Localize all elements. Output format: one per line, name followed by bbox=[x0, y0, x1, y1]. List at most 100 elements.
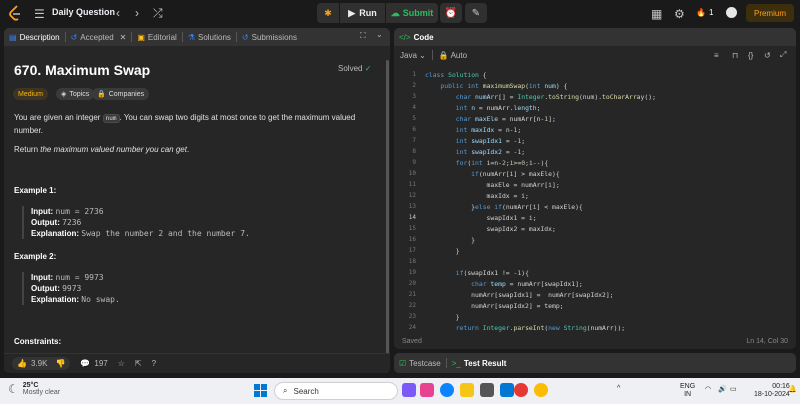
weather-widget[interactable]: ☾ 25°C Mostly clear bbox=[8, 382, 60, 396]
premium-button[interactable]: Premium bbox=[746, 4, 794, 22]
maximize-icon[interactable]: ⛶ bbox=[360, 31, 366, 41]
prev-problem-icon[interactable]: ‹ bbox=[116, 6, 120, 20]
line-number: 3 bbox=[412, 93, 416, 100]
topics-chip[interactable]: ◈ Topics bbox=[56, 88, 95, 100]
line-number: 17 bbox=[408, 247, 416, 254]
more-icon[interactable]: ⌄ bbox=[376, 30, 383, 39]
share-icon[interactable]: ⇱ bbox=[135, 359, 142, 368]
fire-icon: 🔥 bbox=[696, 8, 706, 17]
mode-toggle[interactable]: 🔒 Auto bbox=[439, 51, 467, 60]
companies-chip[interactable]: 🔒 Companies bbox=[92, 88, 150, 100]
code-toolbar: Java ⌄ 🔒 Auto ≡ ⊓ {} ↺ ⤢ bbox=[394, 46, 796, 64]
battery-icon[interactable]: ▭ bbox=[730, 385, 737, 393]
code-line: int swapIdx1 = -1; bbox=[455, 137, 526, 145]
windows-start-icon[interactable] bbox=[254, 384, 267, 397]
bookmark-icon[interactable]: ⊓ bbox=[732, 51, 738, 60]
clock[interactable]: 00:16 18-10-2024 bbox=[754, 383, 790, 399]
language-indicator[interactable]: ENG IN bbox=[680, 383, 695, 399]
app-icon[interactable] bbox=[420, 383, 434, 397]
next-problem-icon[interactable]: › bbox=[135, 6, 139, 20]
help-icon[interactable]: ? bbox=[152, 359, 156, 368]
scrollbar[interactable] bbox=[386, 60, 389, 373]
code-line: swapIdx2 = maxIdx; bbox=[425, 225, 556, 233]
edge-icon[interactable] bbox=[440, 383, 454, 397]
close-icon[interactable]: ✕ bbox=[120, 33, 127, 42]
random-problem-icon[interactable]: ⤮ bbox=[153, 6, 163, 21]
debug-button[interactable]: ✱ bbox=[317, 3, 339, 23]
code-line: swapIdx1 = i; bbox=[425, 214, 537, 222]
comments-button[interactable]: 💬 197 bbox=[80, 359, 107, 368]
top-bar: ☰ Daily Question ‹ › ⤮ ✱ ▶ Run ☁ Submit ⏰ … bbox=[0, 0, 800, 26]
like-button[interactable]: 👍 3.9K 👎 bbox=[12, 357, 71, 370]
thumbs-down-icon[interactable]: 👎 bbox=[55, 359, 65, 368]
line-number: 18 bbox=[408, 258, 416, 265]
code-line: numArr[swapIdx1] = numArr[swapIdx2]; bbox=[425, 291, 614, 299]
tab-accepted[interactable]: ↺ Accepted ✕ bbox=[66, 28, 132, 46]
code-tab-bar: </> Code bbox=[394, 28, 796, 46]
tray-chevron-icon[interactable]: ^ bbox=[617, 385, 620, 392]
star-icon[interactable]: ☆ bbox=[118, 359, 125, 368]
run-group: ✱ ▶ Run ☁ Submit bbox=[317, 3, 438, 23]
language-select[interactable]: Java ⌄ bbox=[400, 51, 426, 60]
tab-solutions[interactable]: ⚗ Solutions bbox=[183, 28, 236, 46]
file-explorer-icon[interactable] bbox=[460, 383, 474, 397]
page-title[interactable]: Daily Question bbox=[52, 7, 115, 17]
align-icon[interactable]: ≡ bbox=[714, 51, 719, 60]
submit-button[interactable]: ☁ Submit bbox=[386, 3, 438, 23]
copilot-icon[interactable] bbox=[402, 383, 416, 397]
notification-icon[interactable]: 🔔 bbox=[788, 385, 797, 393]
streak-counter[interactable]: 🔥 1 bbox=[696, 8, 713, 17]
note-icon: ✎ bbox=[471, 7, 481, 19]
line-number: 4 bbox=[412, 104, 416, 111]
tab-testcase[interactable]: ☑ Testcase bbox=[394, 354, 446, 372]
reset-icon[interactable]: ↺ bbox=[764, 51, 771, 60]
code-line: } bbox=[425, 236, 476, 244]
avatar[interactable] bbox=[726, 7, 737, 18]
thumbs-up-icon: 👍 bbox=[17, 359, 27, 368]
left-tab-bar: ▤ Description ↺ Accepted ✕ ▣ Editorial ⚗ Solu… bbox=[4, 28, 390, 46]
problem-title[interactable]: 670. Maximum Swap bbox=[14, 62, 150, 78]
problem-footer: 👍 3.9K 👎 💬 197 ☆ ⇱ ? bbox=[4, 353, 390, 373]
volume-icon[interactable]: 🔊 bbox=[718, 385, 727, 393]
code-line: public int maximumSwap(int num) { bbox=[440, 82, 568, 90]
difficulty-badge[interactable]: Medium bbox=[13, 88, 48, 100]
line-number: 11 bbox=[408, 181, 416, 188]
taskbar-search[interactable]: ⌕ Search bbox=[274, 382, 398, 400]
braces-icon[interactable]: {} bbox=[748, 51, 753, 60]
code-line: int swapIdx2 = -1; bbox=[455, 148, 526, 156]
layout-icon[interactable]: ▦ bbox=[651, 7, 662, 21]
run-button[interactable]: ▶ Run bbox=[340, 3, 385, 23]
lock-icon: 🔒 bbox=[97, 91, 106, 98]
problem-list-icon[interactable]: ☰ bbox=[34, 7, 45, 21]
tab-code[interactable]: </> Code bbox=[394, 28, 439, 46]
code-icon: </> bbox=[399, 32, 411, 42]
line-number: 12 bbox=[408, 192, 416, 199]
timer-button[interactable]: ⏰ bbox=[440, 3, 462, 23]
code-line: return Integer.parseInt(new String(numAr… bbox=[455, 324, 626, 332]
chrome-icon[interactable] bbox=[534, 383, 548, 397]
moon-icon: ☾ bbox=[8, 382, 19, 396]
notes-button[interactable]: ✎ bbox=[465, 3, 487, 23]
store-icon[interactable] bbox=[480, 383, 494, 397]
settings-gear-icon[interactable]: ⚙ bbox=[674, 7, 685, 21]
tab-editorial[interactable]: ▣ Editorial bbox=[132, 28, 181, 46]
line-number: 24 bbox=[408, 324, 416, 331]
code-line: char temp = numArr[swapIdx1]; bbox=[471, 280, 583, 288]
cloud-upload-icon: ☁ bbox=[390, 7, 400, 18]
tab-submissions[interactable]: ↺ Submissions bbox=[237, 28, 302, 46]
opera-icon[interactable] bbox=[514, 383, 528, 397]
leetcode-logo-icon[interactable] bbox=[8, 5, 22, 21]
code-line: char numArr[] = Integer.toString(num).to… bbox=[455, 93, 656, 101]
console-tab-bar: ☑ Testcase >_ Test Result bbox=[394, 353, 796, 373]
wifi-icon[interactable]: ◠ bbox=[705, 385, 711, 393]
app-icon[interactable] bbox=[500, 383, 514, 397]
tab-description[interactable]: ▤ Description bbox=[4, 28, 65, 46]
code-line: char maxEle = numArr[n-1]; bbox=[455, 115, 556, 123]
document-icon: ▤ bbox=[9, 32, 17, 42]
windows-taskbar: ☾ 25°C Mostly clear ^ ENG IN ◠ 🔊 ▭ 00:16 18… bbox=[0, 378, 800, 404]
constraints-title: Constraints: bbox=[14, 337, 62, 346]
expand-icon[interactable]: ⤢ bbox=[780, 50, 786, 60]
line-number: 14 bbox=[408, 214, 416, 221]
tab-test-result[interactable]: >_ Test Result bbox=[447, 354, 512, 372]
save-status: Saved bbox=[402, 337, 422, 345]
